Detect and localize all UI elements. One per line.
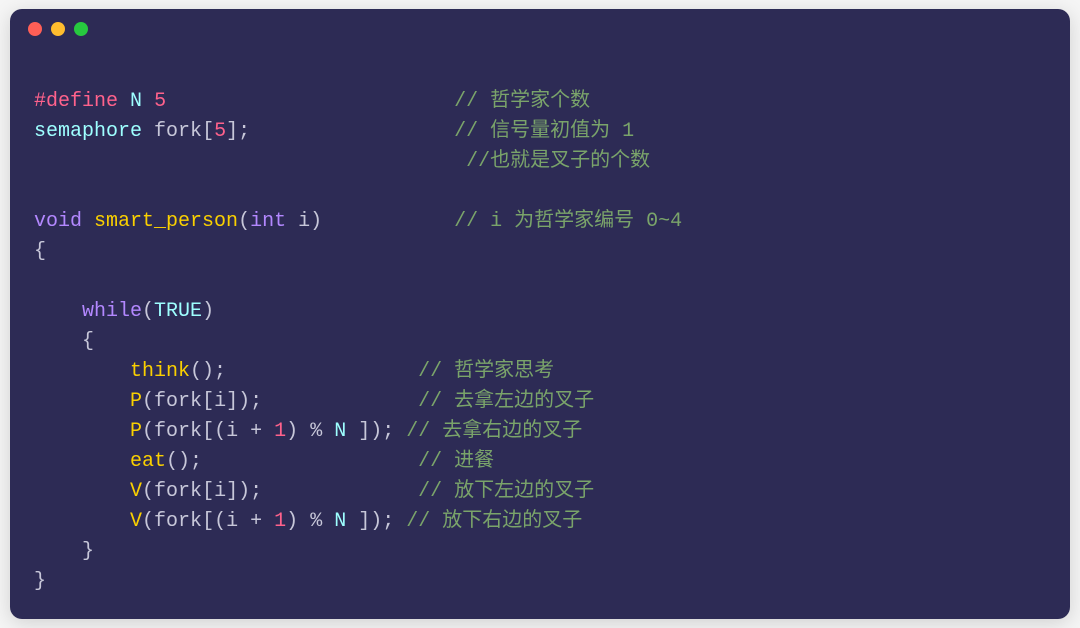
identifier: fork <box>154 480 202 503</box>
keyword: while <box>82 300 142 323</box>
comment: // i 为哲学家编号 0~4 <box>454 210 682 233</box>
window-titlebar <box>10 9 1070 49</box>
punct: ( <box>142 510 154 533</box>
comment: // 信号量初值为 1 <box>454 120 634 143</box>
brace: } <box>34 570 46 593</box>
constant: TRUE <box>154 300 202 323</box>
punct: ) <box>202 300 214 323</box>
punct: ( <box>238 210 250 233</box>
call: V <box>130 480 142 503</box>
minimize-icon[interactable] <box>51 22 65 36</box>
comment: // 去拿右边的叉子 <box>406 420 582 443</box>
keyword: void <box>34 210 82 233</box>
macro-ref: N <box>334 420 346 443</box>
comment: // 进餐 <box>418 450 494 473</box>
preprocessor: #define <box>34 90 118 113</box>
comment: //也就是叉子的个数 <box>466 150 650 173</box>
punct: ]); <box>358 420 394 443</box>
comment: // 放下左边的叉子 <box>418 480 594 503</box>
keyword: int <box>250 210 286 233</box>
punct: ( <box>142 300 154 323</box>
punct: ) <box>310 210 322 233</box>
identifier: fork <box>154 510 202 533</box>
identifier: i <box>226 420 238 443</box>
punct: [ <box>202 390 214 413</box>
function-name: smart_person <box>94 210 238 233</box>
comment: // 去拿左边的叉子 <box>418 390 594 413</box>
op: % <box>310 510 322 533</box>
array-size: 5 <box>214 120 226 143</box>
identifier: fork <box>154 120 202 143</box>
maximize-icon[interactable] <box>74 22 88 36</box>
brace: { <box>34 240 46 263</box>
punct: [( <box>202 420 226 443</box>
macro-ref: N <box>334 510 346 533</box>
punct: ]); <box>226 480 262 503</box>
punct: ]; <box>226 120 250 143</box>
number: 1 <box>274 420 286 443</box>
identifier: i <box>226 510 238 533</box>
comment: // 放下右边的叉子 <box>406 510 582 533</box>
punct: ( <box>142 480 154 503</box>
identifier: fork <box>154 390 202 413</box>
brace: { <box>82 330 94 353</box>
punct: ) <box>286 510 298 533</box>
identifier: fork <box>154 420 202 443</box>
close-icon[interactable] <box>28 22 42 36</box>
identifier: i <box>214 390 226 413</box>
punct: ) <box>286 420 298 443</box>
type: semaphore <box>34 120 142 143</box>
punct: [( <box>202 510 226 533</box>
call: P <box>130 420 142 443</box>
comment: // 哲学家思考 <box>418 360 554 383</box>
macro-name: N <box>130 90 142 113</box>
number: 1 <box>274 510 286 533</box>
macro-value: 5 <box>154 90 166 113</box>
punct: ]); <box>226 390 262 413</box>
punct: [ <box>202 480 214 503</box>
code-window: #define N 5 // 哲学家个数 semaphore fork[5]; … <box>10 9 1070 619</box>
identifier: i <box>214 480 226 503</box>
call: V <box>130 510 142 533</box>
punct: (); <box>166 450 202 473</box>
punct: ( <box>142 390 154 413</box>
op: % <box>310 420 322 443</box>
param: i <box>298 210 310 233</box>
op: + <box>250 510 262 533</box>
punct: [ <box>202 120 214 143</box>
op: + <box>250 420 262 443</box>
comment: // 哲学家个数 <box>454 90 590 113</box>
punct: (); <box>190 360 226 383</box>
brace: } <box>82 540 94 563</box>
punct: ( <box>142 420 154 443</box>
call: P <box>130 390 142 413</box>
call: eat <box>130 450 166 473</box>
punct: ]); <box>358 510 394 533</box>
code-block: #define N 5 // 哲学家个数 semaphore fork[5]; … <box>10 49 1070 617</box>
call: think <box>130 360 190 383</box>
